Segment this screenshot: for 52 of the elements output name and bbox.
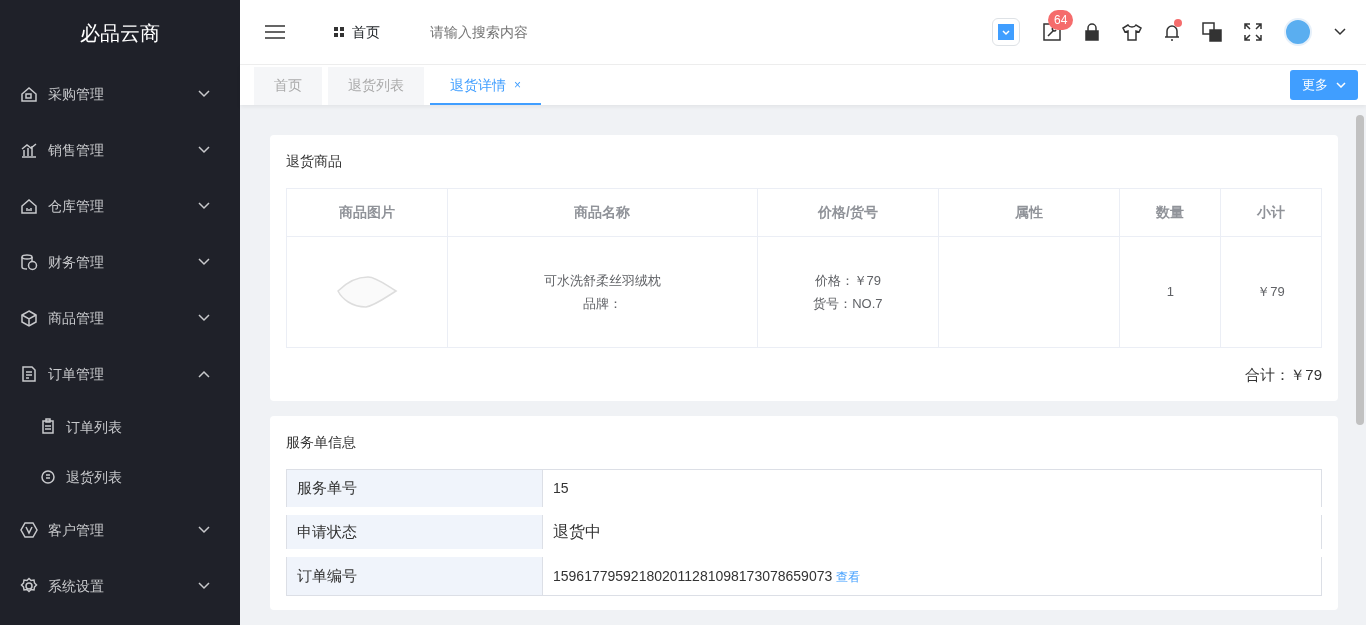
sidebar-item-label[interactable]: 客户管理	[48, 519, 188, 541]
shirt-icon[interactable]	[1122, 23, 1142, 41]
notification-badge: 64	[1048, 10, 1074, 30]
scrollbar-thumb[interactable]	[1356, 115, 1364, 425]
lock-icon[interactable]	[1084, 23, 1100, 41]
product-name: 可水洗舒柔丝羽绒枕	[542, 271, 662, 290]
document-icon	[20, 365, 38, 383]
price-text: 价格：￥79	[813, 271, 883, 290]
column-header: 小计	[1220, 188, 1322, 237]
house-icon	[20, 197, 38, 215]
v-hexagon-icon	[20, 521, 38, 539]
sidebar-item-label[interactable]: 财务管理	[48, 251, 188, 273]
sidebar-item-label[interactable]: 系统设置	[48, 575, 188, 597]
bar-chart-icon	[20, 141, 38, 159]
column-header: 数量	[1119, 188, 1221, 237]
info-value: 159617795921802011281098173078659073	[553, 567, 833, 584]
brand-label: 品牌：	[581, 295, 623, 313]
column-header: 属性	[938, 188, 1120, 237]
chevron-icon	[998, 24, 1014, 40]
gear-icon	[20, 577, 38, 595]
bell-icon[interactable]	[1164, 23, 1180, 41]
column-header: 商品名称	[447, 188, 758, 237]
clipboard-icon	[40, 418, 56, 436]
sidebar-subitem[interactable]: 退货列表	[66, 466, 122, 488]
quantity-cell: 1	[1119, 236, 1221, 348]
sidebar-item-label[interactable]: 采购管理	[48, 83, 188, 105]
total-text: 合计：￥79	[1245, 365, 1322, 385]
circle-icon	[40, 468, 56, 486]
fullscreen-icon[interactable]	[1244, 23, 1262, 41]
chevron-icon	[1336, 82, 1346, 88]
dropdown-toggle[interactable]	[992, 18, 1020, 46]
coins-icon	[20, 253, 38, 271]
sidebar-item-label[interactable]: 商品管理	[48, 307, 188, 329]
info-value: 退货中	[553, 523, 601, 540]
sidebar-item-label[interactable]: 订单管理	[48, 363, 188, 385]
section-title: 服务单信息	[286, 432, 357, 452]
sidebar-subitem[interactable]: 订单列表	[66, 416, 122, 438]
sidebar-item-label[interactable]: 销售管理	[48, 139, 188, 161]
sidebar-item-label[interactable]: 仓库管理	[48, 195, 188, 217]
menu-icon[interactable]	[264, 24, 286, 40]
brand-title: 必品云商	[79, 21, 161, 46]
breadcrumb-link[interactable]: 首页	[352, 21, 380, 43]
column-header: 商品图片	[286, 188, 448, 237]
house-icon	[20, 85, 38, 103]
grid-icon	[334, 27, 344, 37]
column-header: 价格/货号	[757, 188, 939, 237]
chevron-icon[interactable]	[1334, 28, 1346, 36]
sku-text: 货号：NO.7	[812, 295, 884, 313]
box-icon	[20, 309, 38, 327]
section-title: 退货商品	[286, 152, 343, 171]
subtotal-cell: ￥79	[1220, 236, 1322, 348]
info-value: 15	[553, 480, 569, 496]
